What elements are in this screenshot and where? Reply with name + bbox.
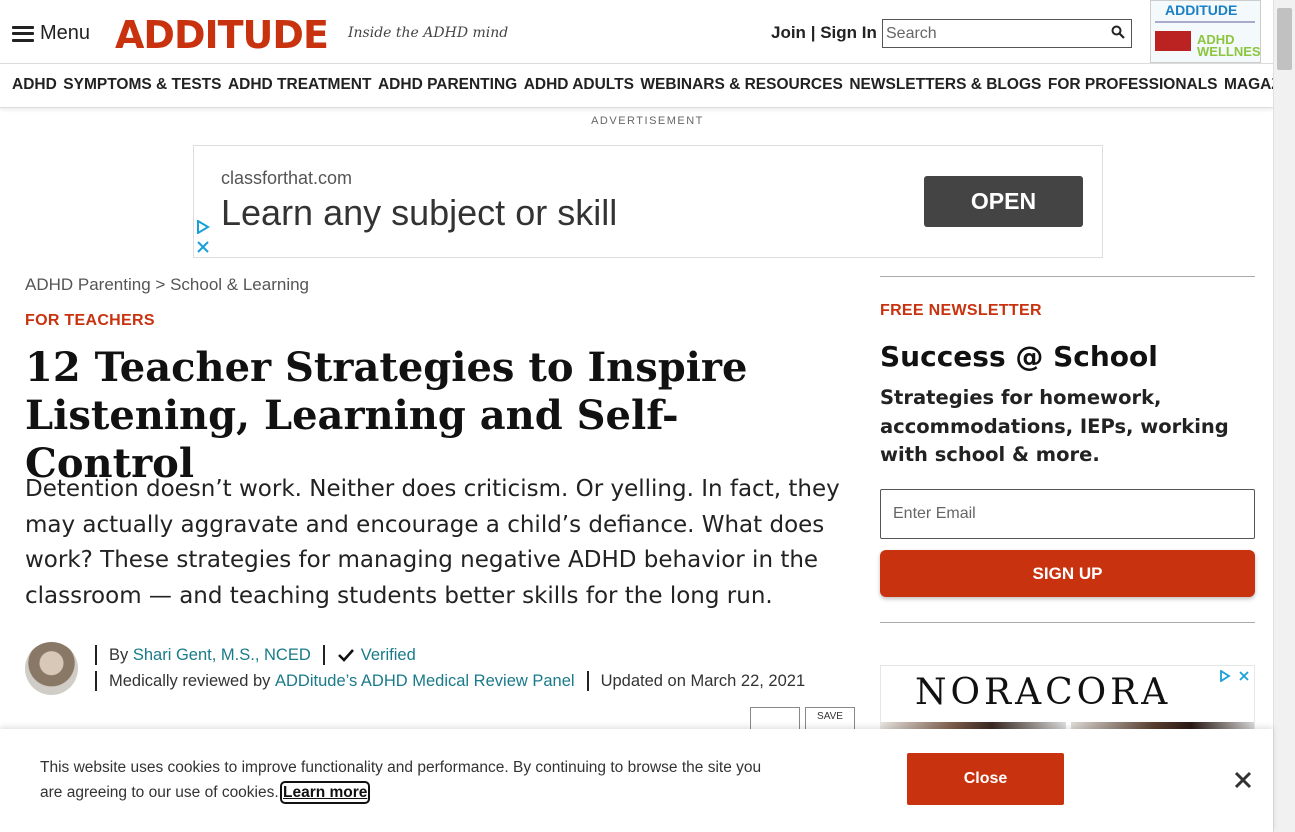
magazine-thumb-subtitle: ADHD WELLNESS bbox=[1197, 32, 1261, 59]
scrollbar-thumb[interactable] bbox=[1277, 8, 1292, 70]
article-kicker[interactable]: FOR TEACHERS bbox=[25, 312, 155, 330]
newsletter-description: Strategies for homework, accommodations,… bbox=[880, 386, 1229, 466]
magazine-thumb-title: ADDITUDE bbox=[1165, 2, 1238, 18]
newsletter-signup-button[interactable]: SIGN UP bbox=[880, 550, 1255, 597]
ad-choices-icon[interactable] bbox=[1219, 670, 1231, 682]
top-ad-banner[interactable]: classforthat.com Learn any subject or sk… bbox=[193, 145, 1103, 258]
search-input[interactable] bbox=[883, 20, 1103, 47]
menu-button[interactable]: Menu bbox=[12, 22, 90, 45]
article-byline: By Shari Gent, M.S., NCED Verified Medic… bbox=[95, 642, 805, 694]
sign-in-link[interactable]: Sign In bbox=[820, 23, 877, 42]
sidebar-divider bbox=[880, 276, 1255, 277]
newsletter-email-field[interactable] bbox=[881, 490, 1254, 538]
byline-divider bbox=[95, 645, 97, 665]
cookie-close-button[interactable]: Close bbox=[907, 753, 1064, 805]
byline-prefix: By bbox=[109, 645, 129, 664]
ad-open-button[interactable]: OPEN bbox=[924, 176, 1083, 227]
reviewer-link[interactable]: ADDitude’s ADHD Medical Review Panel bbox=[275, 672, 575, 691]
magazine-thumb-rule bbox=[1155, 21, 1255, 23]
verified-link[interactable]: Verified bbox=[361, 646, 416, 665]
reviewed-prefix: Medically reviewed by bbox=[109, 671, 271, 690]
search-box bbox=[882, 19, 1132, 48]
site-header: Menu ADDITUDE Inside the ADHD mind Join … bbox=[0, 0, 1273, 64]
byline-divider bbox=[586, 671, 589, 691]
ad-domain: classforthat.com bbox=[221, 168, 353, 188]
breadcrumb-current[interactable]: School & Learning bbox=[170, 275, 309, 294]
close-x-icon[interactable] bbox=[1234, 771, 1252, 789]
site-tagline: Inside the ADHD mind bbox=[348, 25, 509, 41]
article-dek: Detention doesn’t work. Neither does cri… bbox=[25, 476, 840, 609]
join-link[interactable]: Join bbox=[771, 23, 806, 42]
newsletter-email-wrapper bbox=[880, 489, 1255, 539]
site-logo[interactable]: ADDITUDE bbox=[115, 13, 329, 57]
join-separator: | bbox=[810, 23, 816, 42]
ad-choices-icon[interactable] bbox=[196, 220, 210, 234]
ad-headline: Learn any subject or skill bbox=[221, 192, 618, 233]
hamburger-icon bbox=[12, 25, 34, 42]
nav-item-for-professionals[interactable]: FOR PROFESSIONALS bbox=[1048, 76, 1218, 94]
nav-item-adhd-treatment[interactable]: ADHD TREATMENT bbox=[228, 76, 372, 94]
main-nav: ADHD SYMPTOMS & TESTS ADHD TREATMENT ADH… bbox=[0, 64, 1295, 108]
sidebar-ad-brand: NORACORA bbox=[915, 672, 1172, 713]
check-icon bbox=[337, 649, 354, 662]
advertisement-label: ADVERTISEMENT bbox=[591, 115, 704, 127]
nav-item-adhd[interactable]: ADHD bbox=[12, 76, 57, 94]
ad-close-icon[interactable] bbox=[196, 240, 210, 254]
updated-date: Updated on March 22, 2021 bbox=[600, 671, 806, 690]
cookie-message: This website uses cookies to improve fun… bbox=[40, 755, 780, 805]
account-links: Join | Sign In bbox=[771, 23, 877, 43]
nav-item-adhd-adults[interactable]: ADHD ADULTS bbox=[524, 76, 634, 94]
newsletter-title: Success @ School bbox=[880, 340, 1158, 373]
breadcrumb-parent[interactable]: ADHD Parenting bbox=[25, 275, 151, 294]
author-link[interactable]: Shari Gent, M.S., NCED bbox=[133, 646, 311, 665]
magazine-thumb-image bbox=[1155, 31, 1191, 51]
search-icon[interactable] bbox=[1111, 25, 1125, 39]
cookie-text: This website uses cookies to improve fun… bbox=[40, 759, 762, 801]
byline-divider bbox=[322, 645, 325, 665]
nav-item-newsletters-blogs[interactable]: NEWSLETTERS & BLOGS bbox=[849, 76, 1041, 94]
cookie-banner: This website uses cookies to improve fun… bbox=[0, 729, 1273, 832]
breadcrumb-separator: > bbox=[155, 275, 166, 294]
magazine-cover-thumbnail[interactable]: ADDITUDE ADHD WELLNESS bbox=[1150, 0, 1261, 63]
ad-close-icon[interactable] bbox=[1238, 670, 1250, 682]
menu-label: Menu bbox=[40, 22, 91, 44]
nav-item-webinars-resources[interactable]: WEBINARS & RESOURCES bbox=[640, 76, 842, 94]
breadcrumb: ADHD Parenting > School & Learning bbox=[25, 275, 309, 295]
author-avatar bbox=[25, 642, 78, 695]
nav-item-adhd-parenting[interactable]: ADHD PARENTING bbox=[378, 76, 517, 94]
article-title: 12 Teacher Strategies to Inspire Listeni… bbox=[25, 344, 748, 487]
nav-item-symptoms-tests[interactable]: SYMPTOMS & TESTS bbox=[63, 76, 221, 94]
sidebar-divider bbox=[880, 622, 1255, 623]
newsletter-kicker: FREE NEWSLETTER bbox=[880, 302, 1042, 319]
byline-divider bbox=[95, 671, 97, 691]
cookie-learn-more-link[interactable]: Learn more bbox=[279, 781, 371, 804]
